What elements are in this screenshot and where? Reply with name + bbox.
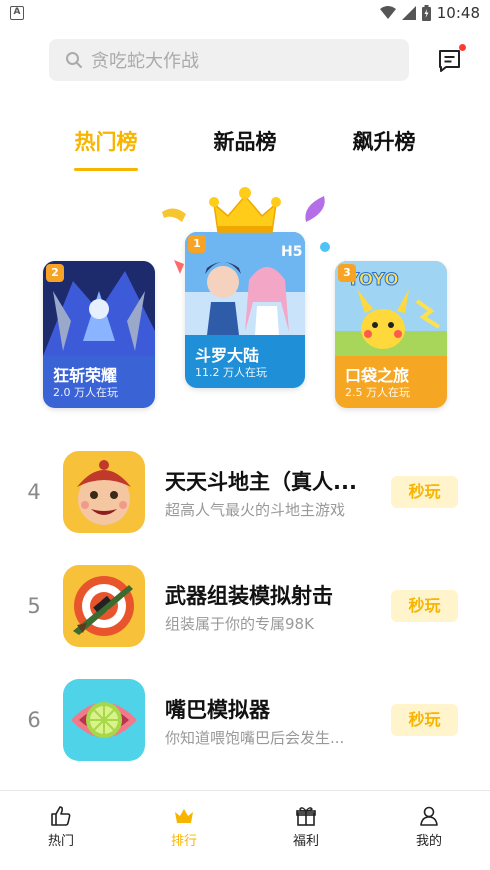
game-name: 斗罗大陆: [195, 346, 260, 365]
instant-play-button[interactable]: 秒玩: [391, 476, 458, 508]
game-icon: [63, 451, 145, 533]
crown-icon: [175, 809, 193, 823]
svg-text:H5: H5: [281, 244, 302, 260]
search-icon: [66, 52, 82, 68]
confetti-decoration: [320, 242, 330, 252]
card-info: 斗罗大陆 11.2 万人在玩: [185, 340, 305, 388]
signal-icon: [401, 6, 416, 20]
battery-icon: [421, 5, 431, 21]
top-three-podium: 2 狂斩荣耀 2.0 万人在玩 H5 1 斗罗大陆 11.2 万人在玩 YOYO…: [0, 180, 490, 420]
bottom-navigation: 热门 排行 福利 我的: [0, 790, 490, 870]
nav-item-mine[interactable]: 我的: [399, 805, 459, 849]
nav-item-hot[interactable]: 热门: [31, 805, 91, 849]
game-description: 超高人气最火的斗地主游戏: [165, 501, 346, 519]
game-description: 你知道喂饱嘴巴后会发生...: [165, 729, 345, 747]
confetti-decoration: [174, 260, 184, 274]
confetti-decoration: [305, 196, 325, 222]
ranking-tabs: 热门榜 新品榜 飙升榜: [0, 126, 490, 176]
nav-item-welfare[interactable]: 福利: [276, 805, 336, 849]
gift-icon: [296, 807, 316, 826]
rank-badge: 1: [188, 235, 206, 253]
nav-label: 热门: [47, 834, 74, 849]
rank-number: 6: [27, 708, 41, 732]
rank-badge: 3: [338, 264, 356, 282]
active-tab-indicator: [74, 168, 138, 171]
game-icon: [63, 679, 145, 761]
game-name: 口袋之旅: [345, 366, 410, 385]
game-description: 组装属于你的专属98K: [165, 615, 314, 633]
instant-play-button[interactable]: 秒玩: [391, 590, 458, 622]
tab-hot[interactable]: 热门榜: [56, 126, 156, 156]
podium-card-rank-3[interactable]: YOYO 3 口袋之旅 2.5 万人在玩: [335, 261, 447, 408]
play-count: 2.0 万人在玩: [53, 386, 118, 399]
list-item[interactable]: 5 武器组装模拟射击 组装属于你的专属98K 秒玩: [0, 554, 490, 654]
status-indicators: 10:48: [379, 4, 480, 22]
rank-badge: 2: [46, 264, 64, 282]
card-info: 狂斩荣耀 2.0 万人在玩: [43, 360, 155, 408]
status-bar: A 10:48: [0, 0, 490, 28]
tab-rising[interactable]: 飙升榜: [334, 126, 434, 156]
app-notification-icon: A: [10, 6, 24, 20]
nav-item-ranking[interactable]: 排行: [154, 805, 214, 849]
search-placeholder: 贪吃蛇大作战: [91, 51, 199, 72]
game-title: 天天斗地主（真人...: [165, 470, 357, 494]
card-info: 口袋之旅 2.5 万人在玩: [335, 360, 447, 408]
nav-label: 我的: [415, 834, 442, 849]
confetti-decoration: [162, 208, 186, 222]
game-icon: [63, 565, 145, 647]
user-icon: [420, 806, 438, 826]
game-name: 狂斩荣耀: [53, 366, 118, 385]
list-item[interactable]: 6 嘴巴模拟器 你知道喂饱嘴巴后会发生... 秒玩: [0, 668, 490, 768]
game-title: 武器组装模拟射击: [165, 584, 333, 608]
status-time: 10:48: [436, 4, 480, 22]
play-count: 2.5 万人在玩: [345, 386, 410, 399]
search-input[interactable]: 贪吃蛇大作战: [49, 39, 409, 81]
play-count: 11.2 万人在玩: [195, 366, 267, 379]
instant-play-button[interactable]: 秒玩: [391, 704, 458, 736]
nav-label: 排行: [170, 834, 197, 849]
podium-card-rank-1[interactable]: H5 1 斗罗大陆 11.2 万人在玩: [185, 232, 305, 388]
podium-card-rank-2[interactable]: 2 狂斩荣耀 2.0 万人在玩: [43, 261, 155, 408]
wifi-icon: [379, 6, 396, 19]
rank-number: 4: [27, 480, 41, 504]
rank-number: 5: [27, 594, 41, 618]
tab-new[interactable]: 新品榜: [195, 126, 295, 156]
game-title: 嘴巴模拟器: [165, 698, 270, 722]
list-item[interactable]: 4 天天斗地主（真人... 超高人气最火的斗地主游戏 秒玩: [0, 440, 490, 540]
crown-icon: [209, 187, 281, 233]
message-button[interactable]: [436, 44, 466, 74]
thumbs-up-icon: [51, 806, 71, 826]
notification-dot: [459, 44, 466, 51]
nav-label: 福利: [292, 834, 319, 849]
